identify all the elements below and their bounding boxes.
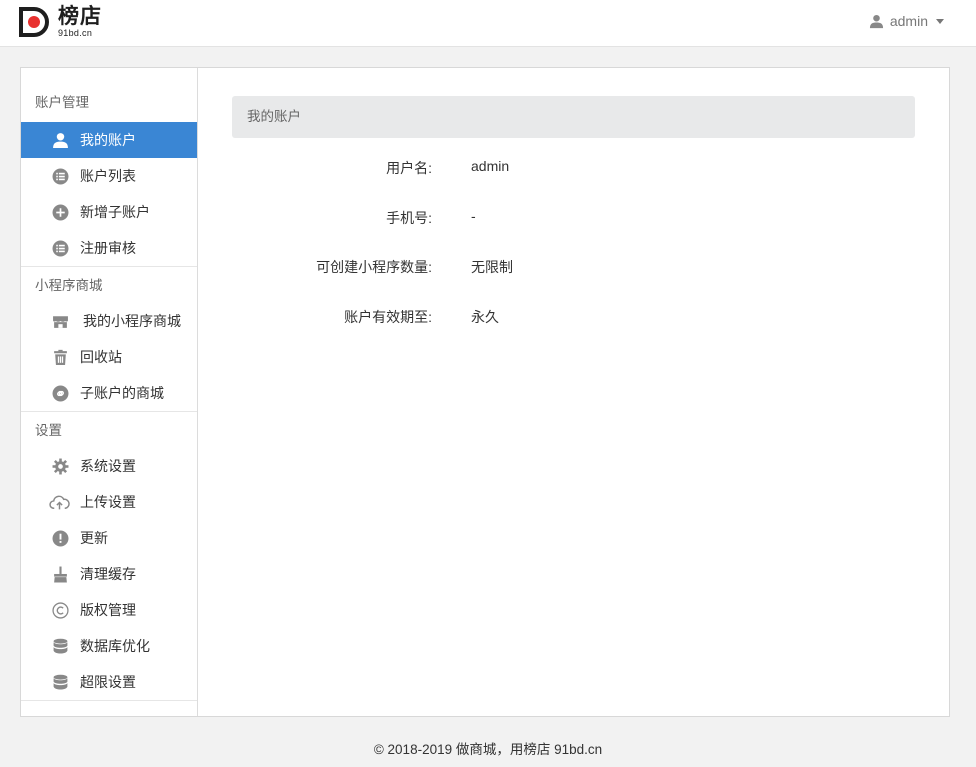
- sidebar-item-my-account[interactable]: 我的账户: [21, 122, 197, 158]
- field-label: 用户名:: [386, 160, 432, 176]
- sidebar-group-account: 账户管理 我的账户 账户列表 新增子账户 注册审核: [21, 68, 197, 267]
- sidebar-item-subaccount-stores[interactable]: 子账户的商城: [21, 375, 197, 411]
- list-icon: [51, 239, 69, 257]
- sidebar-item-label: 数据库优化: [80, 638, 150, 654]
- sidebar-item-database-optimize[interactable]: 数据库优化: [21, 628, 197, 664]
- logo-mark-icon: [19, 7, 49, 37]
- info-row-username: 用户名: admin: [198, 158, 949, 178]
- person-icon: [869, 14, 883, 28]
- top-bar: 榜店 91bd.cn admin: [0, 0, 976, 47]
- main-content: 我的账户 用户名: admin 手机号: - 可创建小程序数量: 无限制 账户有…: [198, 68, 949, 716]
- user-icon: [51, 131, 69, 149]
- brand-title: 榜店: [58, 5, 102, 28]
- user-menu[interactable]: admin: [869, 11, 944, 31]
- caret-down-icon: [936, 18, 944, 24]
- sidebar-item-label: 注册审核: [80, 240, 136, 256]
- sidebar-group-title: 账户管理: [35, 95, 89, 110]
- broom-icon: [51, 565, 69, 583]
- sidebar: 账户管理 我的账户 账户列表 新增子账户 注册审核 小程序商城 我的小程序商城 …: [21, 68, 198, 716]
- sidebar-item-account-list[interactable]: 账户列表: [21, 158, 197, 194]
- sidebar-group-miniapp-store: 小程序商城 我的小程序商城 回收站 子账户的商城: [21, 267, 197, 412]
- sidebar-item-label: 版权管理: [80, 602, 136, 618]
- panel-title: 我的账户: [232, 96, 915, 138]
- link-icon: [51, 384, 69, 402]
- info-row-miniapp-quota: 可创建小程序数量: 无限制: [198, 257, 949, 277]
- copyright-icon: [51, 601, 69, 619]
- sidebar-item-label: 上传设置: [80, 494, 136, 510]
- info-row-phone: 手机号: -: [198, 208, 949, 228]
- sidebar-item-label: 清理缓存: [80, 566, 136, 582]
- trash-icon: [51, 348, 69, 366]
- field-label: 账户有效期至:: [344, 309, 432, 325]
- sidebar-group-settings: 设置 系统设置 上传设置 更新 清理缓存 版权管理 数据库优化 超限设置: [21, 412, 197, 701]
- sidebar-item-label: 账户列表: [80, 168, 136, 184]
- list-icon: [51, 167, 69, 185]
- field-value: 永久: [471, 309, 499, 325]
- cloud-upload-icon: [49, 493, 70, 511]
- sidebar-item-label: 超限设置: [80, 674, 136, 690]
- sidebar-item-label: 更新: [80, 530, 108, 546]
- plus-circle-icon: [51, 203, 69, 221]
- field-label: 手机号:: [386, 210, 432, 226]
- sidebar-item-label: 子账户的商城: [80, 385, 164, 401]
- database-icon: [51, 637, 69, 655]
- field-value: admin: [471, 158, 510, 174]
- sidebar-group-title: 设置: [35, 423, 62, 438]
- content-card: 账户管理 我的账户 账户列表 新增子账户 注册审核 小程序商城 我的小程序商城 …: [20, 67, 950, 717]
- sidebar-item-label: 回收站: [80, 349, 122, 365]
- sidebar-item-label: 我的账户: [80, 132, 136, 148]
- brand-subtitle: 91bd.cn: [58, 28, 93, 38]
- sidebar-item-copyright[interactable]: 版权管理: [21, 592, 197, 628]
- sidebar-item-upload-settings[interactable]: 上传设置: [21, 484, 197, 520]
- sidebar-item-label: 我的小程序商城: [83, 313, 181, 329]
- sidebar-item-my-miniapp-store[interactable]: 我的小程序商城: [21, 303, 197, 339]
- alert-circle-icon: [51, 529, 69, 547]
- sidebar-item-system-settings[interactable]: 系统设置: [21, 448, 197, 484]
- field-value: 无限制: [471, 259, 513, 275]
- sidebar-item-recycle-bin[interactable]: 回收站: [21, 339, 197, 375]
- footer-copyright: © 2018-2019 做商城，用榜店 91bd.cn: [373, 742, 603, 757]
- sidebar-group-title: 小程序商城: [35, 278, 103, 293]
- sidebar-item-label: 系统设置: [80, 458, 136, 474]
- logo[interactable]: 榜店 91bd.cn: [19, 5, 109, 39]
- database-icon: [51, 673, 69, 691]
- sidebar-item-clear-cache[interactable]: 清理缓存: [21, 556, 197, 592]
- info-row-expiry: 账户有效期至: 永久: [198, 307, 949, 327]
- sidebar-item-update[interactable]: 更新: [21, 520, 197, 556]
- sidebar-item-add-subaccount[interactable]: 新增子账户: [21, 194, 197, 230]
- field-value: -: [471, 208, 476, 224]
- sidebar-item-limit-settings[interactable]: 超限设置: [21, 664, 197, 700]
- sidebar-item-label: 新增子账户: [80, 204, 150, 220]
- username: admin: [889, 13, 928, 29]
- sidebar-item-registration-review[interactable]: 注册审核: [21, 230, 197, 266]
- field-label: 可创建小程序数量:: [316, 259, 432, 275]
- store-icon: [51, 312, 69, 330]
- gear-icon: [51, 457, 69, 475]
